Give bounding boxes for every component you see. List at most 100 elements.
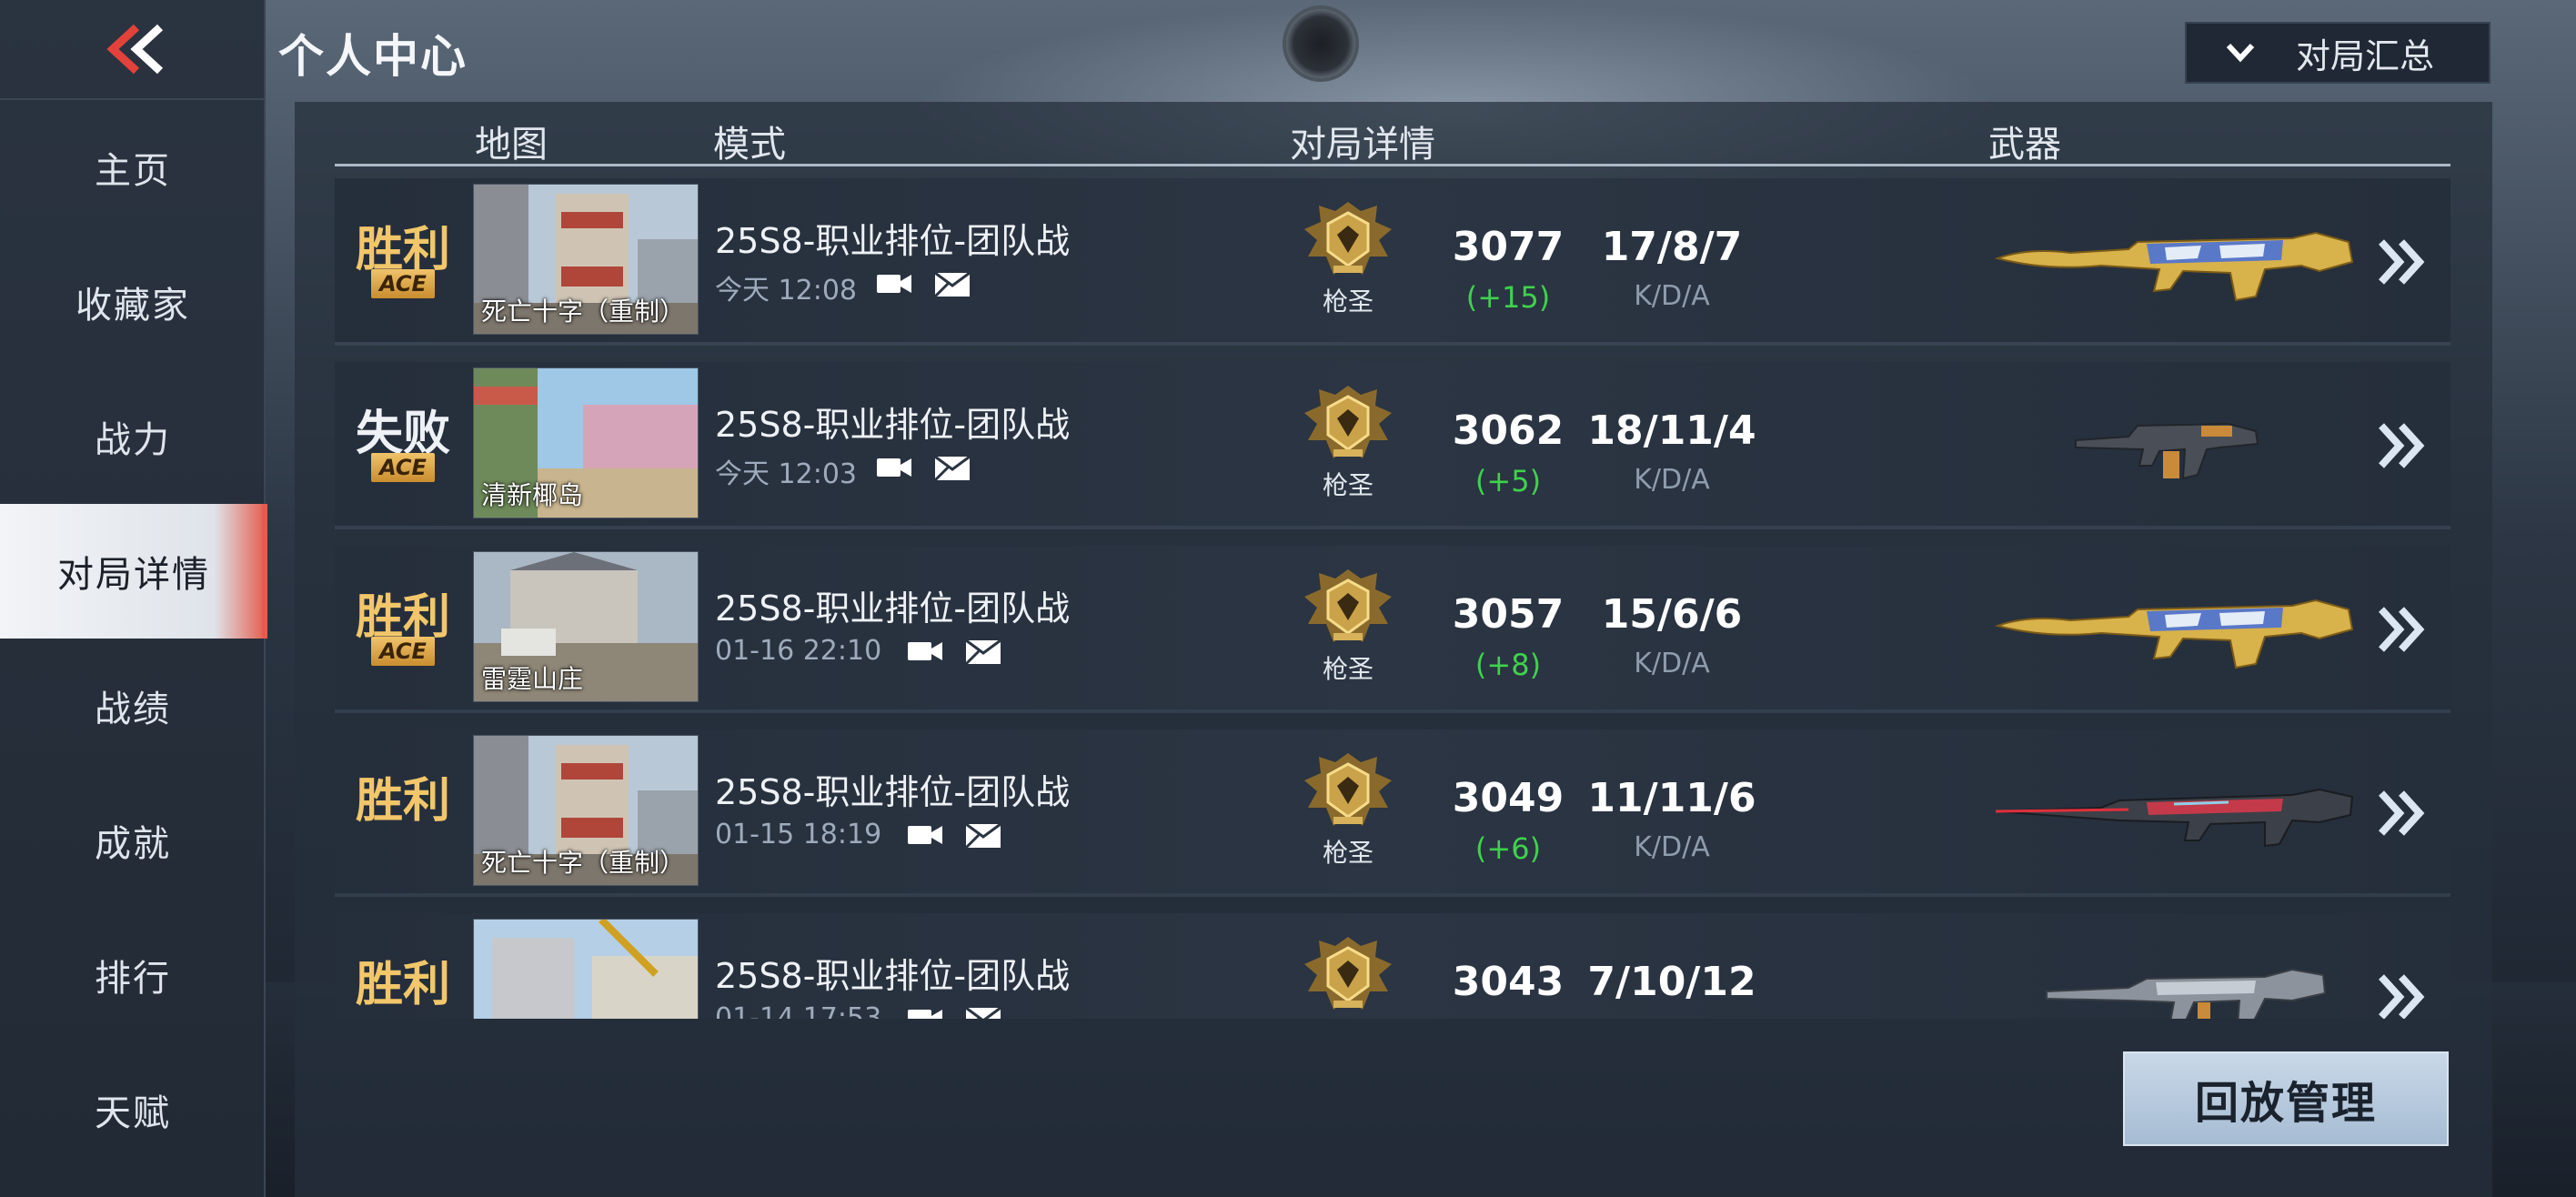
match-actions <box>906 1004 1002 1019</box>
mail-icon[interactable] <box>964 637 1002 666</box>
match-row[interactable]: 胜利 ACE 雷霆山庄 25S8-职业排位-团队战 01-16 22:10 枪圣… <box>335 546 2450 709</box>
ace-badge: ACE <box>371 637 435 666</box>
sidebar-item-label: 天赋 <box>95 1092 171 1134</box>
sidebar: 主页 收藏家 战力 对局详情 战绩 成就 排行 天赋 <box>0 0 267 1197</box>
smg-icon <box>1992 389 2356 498</box>
sidebar-item-home[interactable]: 主页 <box>0 100 266 235</box>
double-chevron-right-icon[interactable] <box>2363 961 2436 1019</box>
match-row[interactable]: 胜利 死亡十字（重制） 25S8-职业排位-团队战 01-15 18:19 枪圣… <box>335 729 2450 893</box>
rank-score: 3057 <box>1452 591 1565 638</box>
sidebar-item-collector[interactable]: 收藏家 <box>0 235 266 369</box>
mail-icon[interactable] <box>933 269 971 298</box>
match-time: 今天 12:03 <box>715 458 857 490</box>
sidebar-item-match-details[interactable]: 对局详情 <box>0 504 267 639</box>
kda-value: 17/8/7 <box>1601 224 1743 270</box>
rank-badge-icon <box>1297 933 1399 1017</box>
rank-badge-icon <box>1297 749 1399 833</box>
mail-icon[interactable] <box>964 820 1002 850</box>
map-name: 清新椰岛 <box>481 480 584 510</box>
replay-management-button[interactable]: 回放管理 <box>2123 1051 2449 1146</box>
rank-score: 3043 <box>1452 959 1565 1005</box>
game-mode: 25S8-职业排位-团队战 <box>715 588 1071 629</box>
match-summary-dropdown[interactable]: 对局汇总 <box>2185 22 2490 84</box>
match-row[interactable]: 失败 ACE 清新椰岛 25S8-职业排位-团队战 今天 12:03 枪圣 30… <box>335 362 2450 526</box>
match-result: 胜利 <box>355 958 450 1012</box>
match-row[interactable]: 胜利 ACE 死亡十字（重制） 25S8-职业排位-团队战 今天 12:08 枪… <box>335 178 2450 342</box>
score-delta: (+5) <box>1474 464 1542 498</box>
rank-score: 3062 <box>1452 407 1565 454</box>
sidebar-item-label: 战力 <box>95 419 171 461</box>
sidebar-nav: 主页 收藏家 战力 对局详情 战绩 成就 排行 天赋 <box>0 100 267 1177</box>
sidebar-item-power[interactable]: 战力 <box>0 369 266 504</box>
rank-name: 枪圣 <box>1297 1017 1399 1019</box>
record-button[interactable] <box>1283 5 1359 82</box>
rank-score: 3049 <box>1452 775 1565 821</box>
map-image <box>474 920 698 1019</box>
map-thumbnail: 雷霆山庄 <box>473 551 699 702</box>
double-chevron-right-icon[interactable] <box>2363 777 2436 850</box>
silver-rifle-icon <box>1992 940 2356 1019</box>
map-name: 死亡十字（重制） <box>481 297 686 327</box>
kda-value: 18/11/4 <box>1587 407 1756 454</box>
golden-rifle-icon <box>1992 206 2356 315</box>
back-button[interactable] <box>0 0 266 100</box>
game-mode: 25S8-职业排位-团队战 <box>715 221 1071 261</box>
map-thumbnail: 死亡十字（重制） <box>473 184 699 335</box>
sidebar-item-achievements[interactable]: 成就 <box>0 773 266 908</box>
mail-icon[interactable] <box>933 453 971 482</box>
column-header-details: 对局详情 <box>1290 124 1435 166</box>
score-delta: (+15) <box>1465 280 1551 315</box>
rank-name: 枪圣 <box>1322 838 1374 868</box>
sidebar-item-record[interactable]: 战绩 <box>0 639 266 773</box>
match-actions <box>906 820 1002 850</box>
kda-value: 7/10/12 <box>1587 959 1756 1005</box>
video-icon[interactable] <box>906 637 944 666</box>
rank-name: 枪圣 <box>1322 470 1374 500</box>
match-row[interactable]: 胜利 25S8-职业排位-团队战 01-14 17:53 枪圣 3043 7/1… <box>335 913 2450 1019</box>
kda-label: K/D/A <box>1634 648 1710 679</box>
match-list[interactable]: 胜利 ACE 死亡十字（重制） 25S8-职业排位-团队战 今天 12:08 枪… <box>335 178 2450 1019</box>
double-chevron-right-icon[interactable] <box>2363 409 2436 482</box>
rank-score: 3077 <box>1452 224 1565 270</box>
sidebar-item-ranking[interactable]: 排行 <box>0 908 266 1042</box>
kda-label: K/D/A <box>1634 831 1710 863</box>
double-chevron-left-icon <box>106 24 164 75</box>
match-time: 01-14 17:53 <box>715 1002 882 1019</box>
rank-badge-icon <box>1297 382 1399 466</box>
game-mode: 25S8-职业排位-团队战 <box>715 772 1071 812</box>
map-thumbnail: 死亡十字（重制） <box>473 735 699 886</box>
chevron-down-icon <box>2226 43 2255 63</box>
double-chevron-right-icon[interactable] <box>2363 226 2436 298</box>
column-header-mode: 模式 <box>713 124 786 166</box>
column-header-weapon: 武器 <box>1988 124 2061 166</box>
rank-badge-icon <box>1297 566 1399 649</box>
column-header-map: 地图 <box>475 124 548 166</box>
mail-icon[interactable] <box>964 1004 1002 1019</box>
match-time: 今天 12:08 <box>715 275 857 307</box>
sidebar-item-label: 主页 <box>95 150 171 192</box>
match-result: 胜利 <box>355 774 450 829</box>
match-actions <box>875 269 971 298</box>
score-delta: (+6) <box>1474 831 1542 866</box>
map-thumbnail: 清新椰岛 <box>473 367 699 518</box>
double-chevron-right-icon[interactable] <box>2363 593 2436 666</box>
video-icon[interactable] <box>875 269 913 298</box>
video-icon[interactable] <box>906 820 944 850</box>
kda-value: 11/11/6 <box>1587 775 1756 821</box>
sidebar-item-label: 收藏家 <box>75 285 190 327</box>
video-icon[interactable] <box>906 1004 944 1019</box>
match-time: 01-16 22:10 <box>715 635 882 667</box>
map-name: 雷霆山庄 <box>481 664 584 694</box>
kda-value: 15/6/6 <box>1601 591 1743 638</box>
rank-name: 枪圣 <box>1322 287 1374 317</box>
sidebar-item-label: 排行 <box>95 958 171 1000</box>
golden-rifle-icon <box>1992 573 2356 682</box>
kda-label: K/D/A <box>1634 464 1710 496</box>
kda-label: K/D/A <box>1634 280 1710 312</box>
video-icon[interactable] <box>875 453 913 482</box>
match-actions <box>906 637 1002 666</box>
map-name: 死亡十字（重制） <box>481 848 686 878</box>
sidebar-item-talent[interactable]: 天赋 <box>0 1042 266 1177</box>
ace-badge: ACE <box>371 453 435 482</box>
map-thumbnail <box>473 919 699 1019</box>
